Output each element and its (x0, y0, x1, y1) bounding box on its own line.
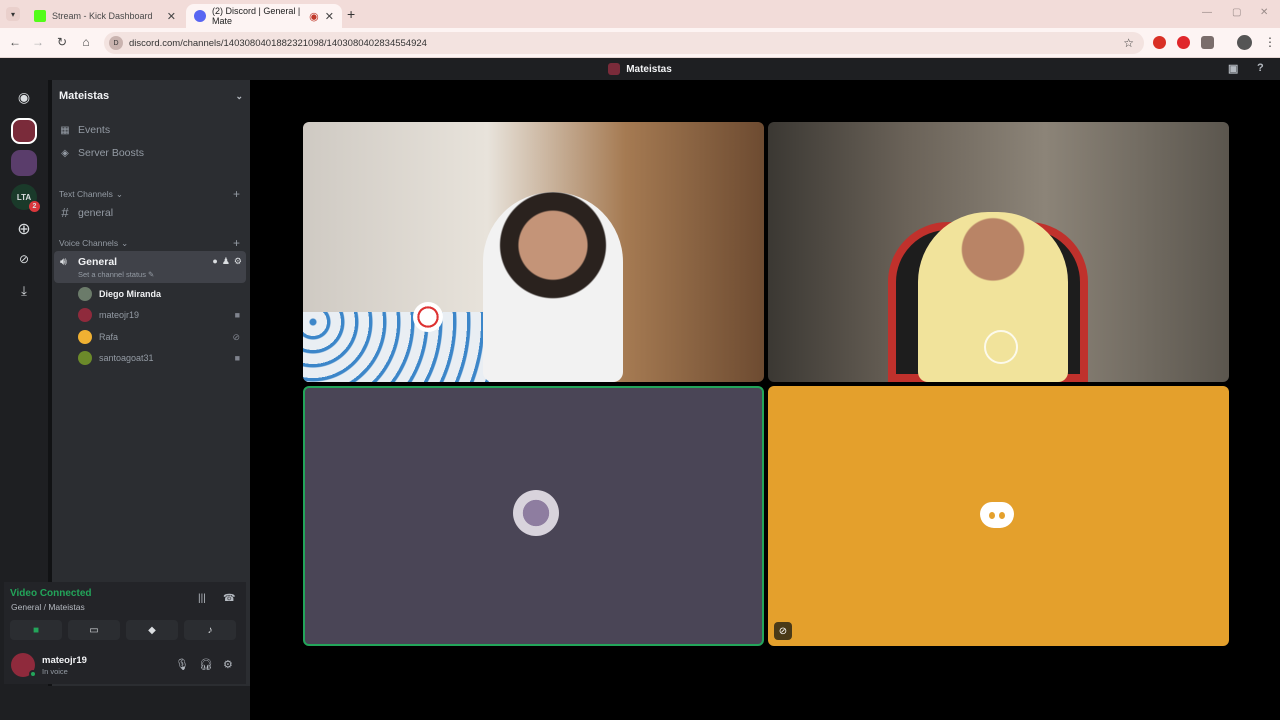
screen-share-button[interactable]: ▭ (68, 620, 120, 640)
category-text-channels[interactable]: Text Channels ⌄ + (59, 187, 240, 201)
mic-muted-icon: ⊘ (774, 622, 792, 640)
tab-search-dropdown[interactable]: ▾ (6, 7, 20, 21)
avatar (78, 308, 92, 322)
calendar-icon: ▦ (60, 124, 70, 136)
extensions-puzzle-icon[interactable] (1201, 36, 1214, 49)
site-info-icon[interactable]: D (109, 36, 123, 50)
server-icon-2[interactable] (11, 150, 37, 176)
boost-icon: ◈ (61, 147, 69, 159)
category-voice-channels[interactable]: Voice Channels ⌄ + (59, 236, 240, 250)
video-tile-user-3[interactable] (303, 386, 764, 646)
voice-member[interactable]: Diego Miranda (78, 284, 240, 304)
discord-favicon-icon (194, 10, 206, 22)
kick-icon (34, 10, 46, 22)
online-status-dot (29, 670, 37, 678)
tab-discord[interactable]: (2) Discord | General | Mate ◉ ✕ (186, 4, 342, 28)
gamepad-icon: ◆ (148, 624, 156, 636)
user-panel: mateojr19 In voice 🎙︎ 🎧︎ ⚙ (4, 648, 246, 684)
soundboard-button[interactable]: ♪ (184, 620, 236, 640)
server-mateistas-icon[interactable] (11, 118, 37, 144)
browser-tab-bar: ▾ Stream - Kick Dashboard ✕ (2) Discord … (0, 0, 1280, 28)
tab-kick-dashboard[interactable]: Stream - Kick Dashboard ✕ (26, 4, 184, 28)
screen-share-icon: ▭ (89, 624, 99, 636)
bookmark-star-icon[interactable]: ☆ (1123, 36, 1134, 50)
headphones-icon[interactable]: 🎧︎ (199, 658, 213, 671)
soundboard-icon: ♪ (207, 624, 213, 636)
discord-home-icon[interactable]: ◉ (11, 84, 37, 110)
server-boosts-item[interactable]: ◈ Server Boosts (58, 147, 244, 159)
avatar (78, 287, 92, 301)
maximize-icon[interactable]: ▢ (1232, 7, 1241, 18)
add-server-icon[interactable]: ⊕ (11, 216, 37, 242)
chevron-down-icon: ⌄ (115, 188, 123, 199)
extension-opera-icon[interactable] (1177, 36, 1190, 49)
notification-badge: 2 (29, 201, 40, 212)
minimize-icon[interactable]: — (1202, 7, 1212, 18)
discover-icon[interactable]: ⊘ (11, 246, 37, 272)
add-channel-icon[interactable]: + (233, 187, 240, 201)
disconnect-icon[interactable]: ☎ (223, 593, 235, 604)
avatar (513, 490, 559, 536)
video-stage: ⊘ (250, 80, 1280, 720)
play-icon (984, 330, 1018, 364)
participant-video (483, 192, 623, 382)
video-tile-user-4[interactable]: ⊘ (768, 386, 1229, 646)
channel-status-input[interactable]: Set a channel status ✎ (78, 270, 154, 279)
browser-menu-icon[interactable]: ⋮ (1262, 35, 1278, 49)
video-tile-user-1[interactable] (303, 122, 764, 382)
close-tab-icon[interactable]: ✕ (167, 10, 176, 23)
inbox-icon[interactable]: ▣ (1228, 62, 1238, 75)
address-bar[interactable]: D discord.com/channels/14030804018823210… (104, 32, 1144, 54)
voice-member[interactable]: Rafa ⊘ (78, 327, 240, 347)
chevron-down-icon: ⌄ (235, 90, 243, 101)
chevron-down-icon: ⌄ (121, 237, 129, 248)
settings-icon[interactable]: ⚙ (234, 256, 242, 267)
recording-icon: ◉ (309, 10, 319, 23)
invite-icon[interactable]: ♟ (222, 256, 230, 267)
server-lta-icon[interactable]: LTA 2 (11, 184, 40, 212)
soccer-ball (413, 302, 443, 332)
voice-connection-panel: Video Connected General / Mateistas ||| … (4, 582, 246, 648)
camera-button[interactable]: ■ (10, 620, 62, 640)
discord-title-bar: Mateistas ▣ ? (0, 58, 1280, 80)
video-icon: ■ (234, 310, 240, 320)
speaker-icon: 🔊︎ (60, 256, 67, 268)
close-window-icon[interactable]: ✕ (1260, 7, 1268, 18)
extension-adblock-icon[interactable] (1153, 36, 1166, 49)
download-icon[interactable]: ⤓ (11, 278, 37, 304)
avatar (78, 351, 92, 365)
add-channel-icon[interactable]: + (233, 236, 240, 250)
discord-logo-icon (980, 502, 1014, 528)
server-header[interactable]: Mateistas ⌄ (52, 80, 250, 112)
browser-toolbar: ← → ↻ ⌂ D discord.com/channels/140308040… (0, 28, 1280, 58)
bottom-strip (0, 686, 250, 720)
avatar (78, 330, 92, 344)
reload-icon[interactable]: ↻ (54, 35, 70, 49)
microphone-icon[interactable]: 🎙︎ (175, 658, 189, 671)
voice-channel-general[interactable]: 🔊︎ General Set a channel status ✎ ● ♟ ⚙ (54, 251, 246, 283)
settings-icon[interactable]: ⚙ (223, 658, 233, 671)
hash-icon: # (61, 205, 69, 220)
bedroom-background (303, 312, 503, 382)
new-tab-button[interactable]: + (347, 6, 355, 22)
back-icon[interactable]: ← (7, 35, 23, 49)
noise-suppression-icon[interactable]: ||| (198, 593, 206, 604)
close-tab-icon[interactable]: ✕ (325, 10, 334, 23)
forward-icon[interactable]: → (30, 35, 46, 49)
voice-member[interactable]: mateojr19 ■ (78, 305, 240, 325)
voice-member[interactable]: santoagoat31 ■ (78, 348, 240, 368)
video-icon: ■ (234, 353, 240, 363)
help-icon[interactable]: ? (1257, 62, 1264, 74)
profile-avatar[interactable] (1237, 35, 1252, 50)
home-icon[interactable]: ⌂ (78, 35, 94, 49)
channel-general-text[interactable]: # general (58, 205, 244, 220)
server-icon (608, 63, 621, 75)
mic-muted-icon: ⊘ (232, 331, 240, 342)
events-item[interactable]: ▦ Events (58, 124, 244, 136)
video-camera-icon: ■ (32, 624, 40, 636)
chat-icon[interactable]: ● (212, 256, 217, 267)
video-tile-user-2[interactable] (768, 122, 1229, 382)
activity-button[interactable]: ◆ (126, 620, 178, 640)
